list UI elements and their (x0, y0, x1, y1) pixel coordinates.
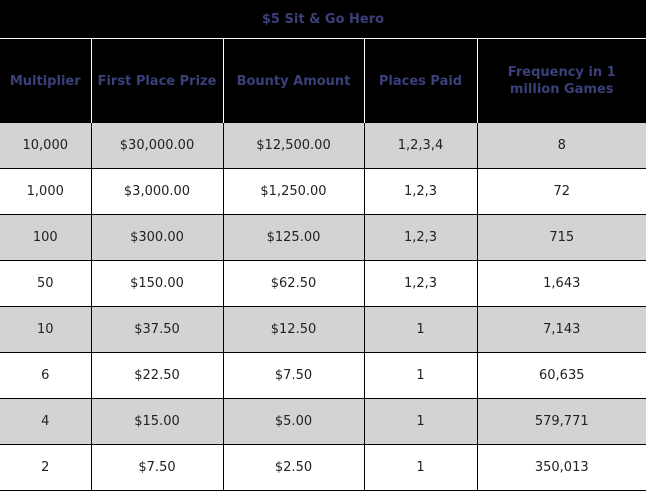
table-row: 100 $300.00 $125.00 1,2,3 715 (0, 214, 646, 261)
cell-bounty-amount: $12.50 (222, 306, 364, 353)
cell-multiplier: 4 (0, 398, 91, 445)
table-header: Multiplier First Place Prize Bounty Amou… (0, 39, 646, 123)
table-row: 1,000 $3,000.00 $1,250.00 1,2,3 72 (0, 168, 646, 215)
table-row: 4 $15.00 $5.00 1 579,771 (0, 398, 646, 445)
table-row: 10 $37.50 $12.50 1 7,143 (0, 306, 646, 353)
cell-first-place-prize: $7.50 (90, 444, 223, 491)
cell-frequency: 72 (476, 168, 646, 215)
cell-frequency: 715 (476, 214, 646, 261)
header-row: Multiplier First Place Prize Bounty Amou… (0, 39, 646, 123)
table-row: 2 $7.50 $2.50 1 350,013 (0, 444, 646, 491)
cell-frequency: 350,013 (476, 444, 646, 491)
header-frequency: Frequency in 1 million Games (476, 39, 646, 123)
header-places-paid: Places Paid (363, 39, 477, 123)
cell-frequency: 60,635 (476, 352, 646, 399)
cell-first-place-prize: $22.50 (90, 352, 223, 399)
cell-multiplier: 10 (0, 306, 91, 353)
prize-table: Multiplier First Place Prize Bounty Amou… (0, 39, 646, 491)
table-body: 10,000 $30,000.00 $12,500.00 1,2,3,4 8 1… (0, 123, 646, 491)
cell-bounty-amount: $62.50 (222, 260, 364, 307)
cell-multiplier: 6 (0, 352, 91, 399)
header-bounty-amount: Bounty Amount (222, 39, 364, 123)
cell-first-place-prize: $300.00 (90, 214, 223, 261)
cell-bounty-amount: $1,250.00 (222, 168, 364, 215)
table-title: $5 Sit & Go Hero (0, 0, 646, 39)
cell-places-paid: 1 (363, 352, 477, 399)
header-first-place-prize: First Place Prize (90, 39, 223, 123)
cell-bounty-amount: $12,500.00 (222, 123, 364, 169)
cell-frequency: 8 (476, 123, 646, 169)
table-row: 10,000 $30,000.00 $12,500.00 1,2,3,4 8 (0, 123, 646, 169)
cell-frequency: 1,643 (476, 260, 646, 307)
table-row: 50 $150.00 $62.50 1,2,3 1,643 (0, 260, 646, 307)
cell-multiplier: 10,000 (0, 123, 91, 169)
cell-frequency: 7,143 (476, 306, 646, 353)
cell-places-paid: 1,2,3 (363, 214, 477, 261)
cell-places-paid: 1,2,3,4 (363, 123, 477, 169)
cell-bounty-amount: $7.50 (222, 352, 364, 399)
header-multiplier: Multiplier (0, 39, 91, 123)
cell-places-paid: 1 (363, 444, 477, 491)
cell-bounty-amount: $125.00 (222, 214, 364, 261)
cell-first-place-prize: $30,000.00 (90, 123, 223, 169)
cell-bounty-amount: $2.50 (222, 444, 364, 491)
cell-multiplier: 100 (0, 214, 91, 261)
cell-places-paid: 1 (363, 398, 477, 445)
cell-first-place-prize: $15.00 (90, 398, 223, 445)
cell-multiplier: 50 (0, 260, 91, 307)
cell-multiplier: 1,000 (0, 168, 91, 215)
cell-first-place-prize: $37.50 (90, 306, 223, 353)
cell-places-paid: 1 (363, 306, 477, 353)
cell-first-place-prize: $150.00 (90, 260, 223, 307)
cell-bounty-amount: $5.00 (222, 398, 364, 445)
prize-table-container: $5 Sit & Go Hero Multiplier First Place … (0, 0, 646, 491)
table-row: 6 $22.50 $7.50 1 60,635 (0, 352, 646, 399)
cell-places-paid: 1,2,3 (363, 168, 477, 215)
cell-places-paid: 1,2,3 (363, 260, 477, 307)
cell-multiplier: 2 (0, 444, 91, 491)
cell-first-place-prize: $3,000.00 (90, 168, 223, 215)
cell-frequency: 579,771 (476, 398, 646, 445)
